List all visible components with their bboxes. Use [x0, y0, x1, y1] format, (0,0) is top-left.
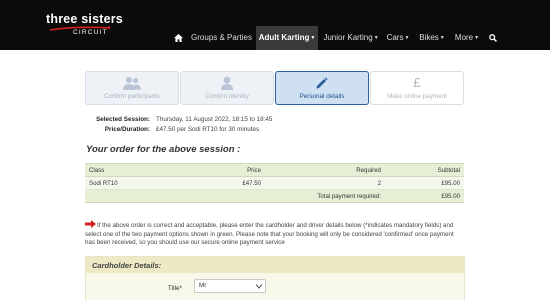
price-duration-value: £47.50 per Sodi RT10 for 30 minutes — [156, 126, 260, 133]
step-confirm-identity[interactable]: Confirm identity — [180, 71, 274, 105]
home-icon — [173, 34, 183, 42]
cell-price: £47.50 — [205, 176, 265, 190]
step-personal-details[interactable]: Personal details — [275, 71, 369, 105]
chevron-down-icon: ▼ — [310, 35, 316, 41]
cell-subtotal: £95.00 — [385, 176, 464, 190]
cell-class: Sodi RT10 — [85, 176, 205, 190]
title-select[interactable]: Mr — [194, 279, 266, 293]
cardholder-title: Cardholder Details: — [92, 261, 162, 270]
nav-cars-label: Cars — [386, 33, 404, 43]
nav-more-label: More — [454, 33, 474, 43]
nav-adult-karting-label: Adult Karting — [258, 33, 310, 43]
nav-groups-parties-label: Groups & Parties — [191, 33, 252, 42]
chevron-down-icon: ▼ — [373, 35, 379, 41]
order-section-title: Your order for the above session : — [86, 144, 241, 155]
nav-more[interactable]: More▼ — [451, 26, 483, 50]
chevron-down-icon — [256, 284, 262, 289]
cell-required: 2 — [265, 176, 385, 190]
total-label: Total payment required: — [265, 189, 385, 203]
cardholder-header: Cardholder Details: — [86, 257, 464, 273]
step-confirm-participants[interactable]: Confirm participants — [85, 71, 179, 105]
nav-bikes[interactable]: Bikes▼ — [416, 26, 448, 50]
users-icon — [123, 77, 141, 90]
search-icon — [489, 34, 497, 42]
total-row: Total payment required: £95.00 — [85, 189, 464, 203]
nav-bikes-label: Bikes — [419, 33, 439, 43]
order-table: Class Price Required Subtotal Sodi RT10 … — [85, 163, 464, 203]
step-label: Make online payment — [387, 93, 447, 100]
nav-junior-karting[interactable]: Junior Karting▼ — [320, 26, 382, 50]
nav-home[interactable] — [170, 26, 186, 50]
pencil-icon — [316, 77, 328, 89]
selected-session-label: Selected Session: — [96, 116, 150, 123]
chevron-down-icon: ▼ — [439, 35, 445, 41]
table-header-row: Class Price Required Subtotal — [85, 163, 464, 177]
column-header: Required — [265, 163, 385, 177]
column-header: Price — [205, 163, 265, 177]
nav-groups-parties[interactable]: Groups & Parties — [189, 26, 254, 50]
column-header: Subtotal — [385, 163, 464, 177]
title-field-label: Title* — [167, 285, 182, 292]
total-value: £95.00 — [385, 189, 464, 203]
column-header: Class — [85, 163, 205, 177]
title-select-value: Mr — [199, 282, 207, 289]
arrow-right-icon — [85, 220, 96, 228]
step-label: Confirm identity — [205, 93, 249, 100]
step-make-online-payment[interactable]: £ Make online payment — [370, 71, 464, 105]
order-note-text: If the above order is correct and accept… — [85, 222, 454, 247]
step-label: Personal details — [299, 93, 345, 100]
selected-session-value: Thursday, 11 August 2022, 18:15 to 18:45 — [156, 116, 273, 123]
price-duration-label: Price/Duration: — [104, 126, 150, 133]
brand-name: three sisters — [46, 12, 123, 26]
nav-search[interactable] — [486, 26, 500, 50]
nav-adult-karting[interactable]: Adult Karting▼ — [256, 26, 318, 50]
order-note: If the above order is correct and accept… — [85, 220, 465, 248]
chevron-down-icon: ▼ — [404, 35, 410, 41]
table-row: Sodi RT10 £47.50 2 £95.00 — [85, 176, 464, 190]
top-navbar: three sisters CIRCUIT Groups & Parties A… — [0, 0, 550, 50]
pound-icon: £ — [413, 75, 421, 90]
cardholder-panel: Cardholder Details: Title* Mr — [85, 256, 465, 300]
user-icon — [221, 76, 233, 90]
step-label: Confirm participants — [104, 93, 160, 100]
nav-cars[interactable]: Cars▼ — [384, 26, 412, 50]
nav-junior-karting-label: Junior Karting — [323, 33, 373, 43]
chevron-down-icon: ▼ — [474, 35, 480, 41]
main-nav: Groups & Parties Adult Karting▼ Junior K… — [0, 26, 550, 50]
